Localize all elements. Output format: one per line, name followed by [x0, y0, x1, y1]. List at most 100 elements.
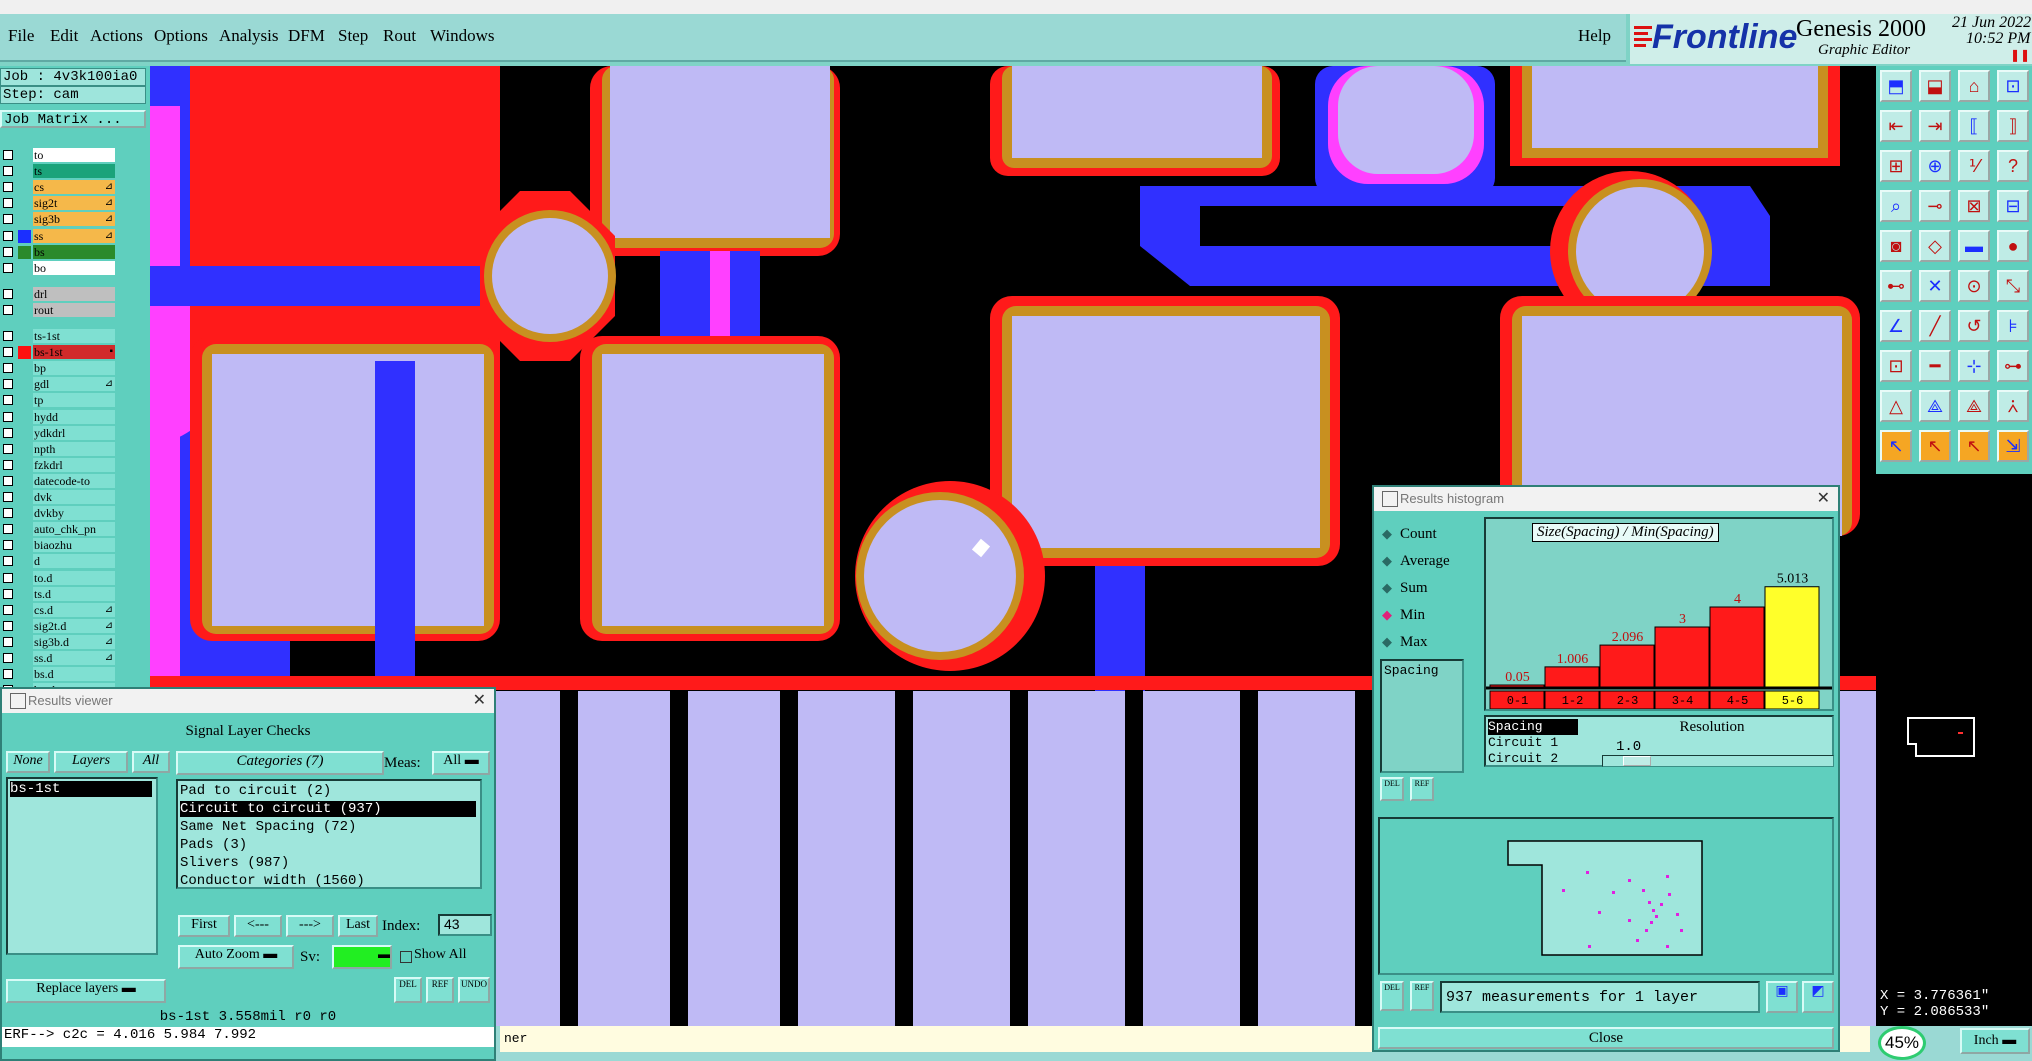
layer-color-swatch[interactable]	[18, 330, 31, 343]
layer-row[interactable]: ss ⊿	[0, 228, 116, 244]
layer-name[interactable]: drl	[33, 286, 115, 301]
layer-name[interactable]: sig2t.d ⊿	[33, 618, 115, 633]
layer-row[interactable]: bp	[0, 361, 116, 376]
tool-button[interactable]: ⇲	[1997, 430, 2029, 462]
close-icon[interactable]: ✕	[473, 689, 486, 713]
tool-button[interactable]: ⬓	[1919, 70, 1951, 102]
tool-button[interactable]: ⟧	[1997, 110, 2029, 142]
list-item[interactable]: bs-1st	[10, 781, 152, 797]
layer-name[interactable]: biaozhu	[33, 538, 115, 553]
menu-edit[interactable]: Edit	[50, 26, 78, 46]
fit-map-button[interactable]: ◩	[1802, 981, 1834, 1013]
layer-checkbox[interactable]	[3, 246, 13, 257]
layers-button[interactable]: Layers	[54, 751, 128, 773]
layer-checkbox[interactable]	[3, 636, 13, 647]
next-button[interactable]: --->	[286, 915, 334, 937]
layer-name[interactable]: fzkdrl	[33, 457, 115, 472]
layer-name[interactable]: cs ⊿	[33, 180, 115, 195]
severity-color-select[interactable]: ▬	[332, 945, 392, 969]
radio-selected-icon[interactable]: ◆	[1382, 607, 1394, 623]
del-button[interactable]: DEL	[394, 977, 422, 1003]
mode-option[interactable]: ◆ Average	[1382, 552, 1450, 574]
layer-color-swatch[interactable]	[18, 619, 31, 633]
tool-button[interactable]: ⊠	[1958, 190, 1990, 222]
layer-color-swatch[interactable]	[18, 668, 31, 682]
layer-name[interactable]: ts	[33, 164, 115, 179]
tool-button[interactable]: ⊷	[1880, 270, 1912, 302]
radio-icon[interactable]: ◆	[1382, 526, 1394, 542]
layer-row[interactable]: bo	[0, 260, 116, 276]
zoom-indicator[interactable]: 45%	[1878, 1026, 1926, 1060]
layer-checkbox[interactable]	[3, 182, 13, 193]
layer-checkbox[interactable]	[3, 230, 13, 241]
layer-checkbox[interactable]	[3, 572, 13, 583]
menu-analysis[interactable]: Analysis	[219, 26, 279, 46]
layer-name[interactable]: ts.d	[33, 586, 115, 601]
tool-button[interactable]: ⇤	[1880, 110, 1912, 142]
layer-name[interactable]: npth	[33, 441, 115, 456]
histogram-list[interactable]: Spacing	[1380, 659, 1464, 773]
none-button[interactable]: None	[6, 751, 50, 773]
category-item[interactable]: Conductor width (1560)	[180, 873, 476, 889]
menu-help[interactable]: Help	[1578, 26, 1611, 46]
layer-checkbox[interactable]	[3, 620, 13, 631]
layer-color-swatch[interactable]	[18, 474, 31, 488]
layer-name[interactable]: ts-1st	[33, 329, 115, 343]
layer-color-swatch[interactable]	[18, 571, 31, 585]
tool-button[interactable]: ⌕	[1880, 190, 1912, 222]
job-matrix-button[interactable]: Job Matrix ...	[0, 110, 146, 128]
layer-row[interactable]: datecode-to	[0, 473, 116, 489]
layer-name[interactable]: d	[33, 554, 115, 569]
layer-row[interactable]: fzkdrl	[0, 457, 116, 473]
histogram-bar[interactable]	[1599, 644, 1655, 688]
layer-row[interactable]: biaozhu	[0, 538, 116, 553]
tool-button[interactable]: ◇	[1919, 230, 1951, 262]
zoom-map-button[interactable]: ▣	[1766, 981, 1798, 1013]
histogram-bar[interactable]	[1544, 666, 1600, 688]
layer-row[interactable]: to	[0, 148, 116, 163]
layer-row[interactable]: dvk	[0, 490, 116, 505]
hist-ref-button[interactable]: REF	[1410, 777, 1434, 801]
resolution-slider[interactable]	[1602, 755, 1834, 767]
tool-button[interactable]: ∠	[1880, 310, 1912, 342]
layer-row[interactable]: drl	[0, 286, 116, 302]
undo-button[interactable]: UNDO	[458, 977, 490, 1003]
layer-checkbox[interactable]	[3, 427, 13, 438]
tool-button[interactable]: ⊹	[1958, 350, 1990, 382]
layer-color-swatch[interactable]	[18, 635, 31, 649]
layer-row[interactable]: bs-1st ▪	[0, 345, 116, 360]
menu-windows[interactable]: Windows	[430, 26, 494, 46]
layer-row[interactable]: sig3b.d ⊿	[0, 634, 116, 650]
layer-color-swatch[interactable]	[18, 555, 31, 569]
layer-checkbox[interactable]	[3, 363, 13, 374]
tool-button[interactable]: ⩑	[1997, 390, 2029, 422]
tool-button[interactable]: ⊞	[1880, 150, 1912, 182]
layer-name[interactable]: ydkdrl	[33, 425, 115, 440]
histogram-titlebar[interactable]: Results histogram ✕	[1374, 487, 1838, 511]
histogram-bar[interactable]	[1709, 606, 1765, 688]
layer-color-swatch[interactable]	[18, 229, 31, 243]
layer-checkbox[interactable]	[3, 540, 13, 551]
layer-name[interactable]: to.d	[33, 570, 115, 585]
tool-button[interactable]: ⊧	[1997, 310, 2029, 342]
all-button[interactable]: All	[132, 751, 170, 773]
tool-button[interactable]: ⌂	[1958, 70, 1990, 102]
layer-checkbox[interactable]	[3, 379, 13, 390]
tool-button[interactable]: ●	[1997, 230, 2029, 262]
layer-row[interactable]: ydkdrl	[0, 425, 116, 441]
layer-row[interactable]: sig3b ⊿	[0, 212, 116, 227]
replace-layers-select[interactable]: Replace layers ▬	[6, 979, 166, 1003]
index-input[interactable]: 43	[438, 914, 492, 936]
tool-button[interactable]: ⟁	[1958, 390, 1990, 422]
layer-checkbox[interactable]	[3, 588, 13, 599]
tool-button[interactable]: ⟁	[1919, 390, 1951, 422]
category-item[interactable]: Pads (3)	[180, 837, 476, 853]
layer-name[interactable]: cs.d ⊿	[33, 602, 115, 617]
tool-button[interactable]: ?	[1997, 150, 2029, 182]
layer-color-swatch[interactable]	[18, 523, 31, 537]
mode-option[interactable]: ◆ Min	[1382, 606, 1425, 628]
layer-name[interactable]: bs.d	[33, 667, 115, 682]
layer-checkbox[interactable]	[3, 669, 13, 680]
layer-color-swatch[interactable]	[18, 426, 31, 440]
menu-dfm[interactable]: DFM	[288, 26, 325, 46]
